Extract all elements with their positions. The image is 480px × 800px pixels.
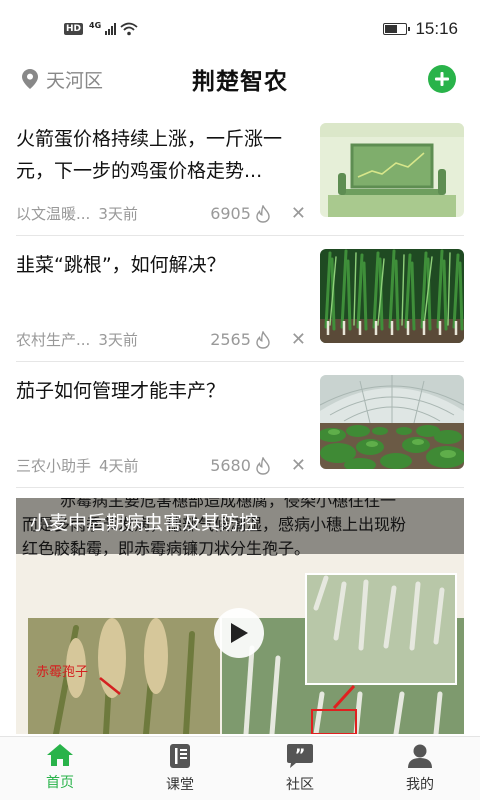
signal-icon — [105, 23, 117, 35]
status-indicators: HD 4G — [64, 20, 138, 36]
news-source: 三农小助手 — [16, 457, 92, 475]
chives-photo — [320, 249, 464, 343]
news-list: 火箭蛋价格持续上涨，一斤涨一元，下一步的鸡蛋价格走势... 以文温暖... 3天… — [0, 110, 480, 488]
add-button[interactable] — [428, 65, 456, 93]
news-meta: 三农小助手 4天前 5680 ✕ — [16, 455, 306, 476]
hd-badge: HD — [64, 23, 84, 35]
news-meta: 以文温暖... 3天前 6905 ✕ — [16, 203, 306, 224]
news-title: 韭菜“跳根”，如何解决？ — [16, 254, 226, 276]
plus-icon — [435, 72, 449, 86]
person-icon — [408, 744, 432, 768]
tab-profile[interactable]: 我的 — [360, 737, 480, 800]
quote-chat-icon: ” — [287, 744, 313, 768]
network-type: 4G — [89, 20, 102, 30]
view-count: 5680 — [210, 456, 251, 475]
nav-label: 我的 — [406, 777, 434, 793]
news-item[interactable]: 茄子如何管理才能丰产？ 三农小助手 4天前 5680 ✕ — [16, 362, 464, 488]
news-views: 6905 — [210, 204, 271, 223]
wifi-icon — [120, 22, 138, 36]
news-thumbnail — [320, 123, 464, 217]
news-title: 茄子如何管理才能丰产？ — [16, 380, 226, 402]
video-title: 小麦中后期病虫害及其防控 — [16, 498, 464, 554]
news-views: 2565 — [210, 330, 271, 349]
news-source: 农村生产... — [16, 331, 91, 349]
dismiss-icon[interactable]: ✕ — [291, 329, 306, 350]
play-icon — [231, 623, 248, 643]
home-icon — [47, 744, 73, 766]
dismiss-icon[interactable]: ✕ — [291, 203, 306, 224]
bottom-nav: 首页 课堂 ” 社区 我的 — [0, 736, 480, 800]
news-thumbnail — [320, 375, 464, 469]
location-selector[interactable]: 天河区 — [22, 66, 103, 93]
news-item[interactable]: 火箭蛋价格持续上涨，一斤涨一元，下一步的鸡蛋价格走势... 以文温暖... 3天… — [16, 110, 464, 236]
flame-icon — [256, 330, 270, 349]
video-card[interactable]: 赤霉病主要危害穗部造成穗腐，侵染小穗往往一 而是多雨季节发病，穗部气候潮湿，感病… — [16, 498, 464, 734]
news-time: 3天前 — [98, 331, 138, 349]
news-time: 4天前 — [99, 457, 139, 475]
app-header: 天河区 荆楚智农 — [0, 58, 480, 100]
view-count: 6905 — [210, 204, 251, 223]
news-time: 3天前 — [98, 205, 138, 223]
location-pin-icon — [22, 69, 38, 89]
view-count: 2565 — [210, 330, 251, 349]
news-meta: 农村生产... 3天前 2565 ✕ — [16, 329, 306, 350]
news-title: 火箭蛋价格持续上涨，一斤涨一元，下一步的鸡蛋价格走势... — [16, 128, 283, 182]
news-item[interactable]: 韭菜“跳根”，如何解决？ 农村生产... 3天前 2565 ✕ — [16, 236, 464, 362]
play-button[interactable] — [214, 608, 264, 658]
news-source: 以文温暖... — [16, 205, 91, 223]
tab-classroom[interactable]: 课堂 — [120, 737, 240, 800]
clock: 15:16 — [415, 19, 458, 38]
svg-text:”: ” — [295, 745, 306, 764]
battery-icon — [383, 23, 411, 35]
nav-label: 课堂 — [166, 777, 194, 793]
board-illustration — [320, 123, 464, 217]
photo-label: 赤霉孢子 — [36, 665, 88, 680]
tab-home[interactable]: 首页 — [0, 737, 120, 800]
news-views: 5680 — [210, 456, 271, 475]
nav-label: 首页 — [46, 775, 74, 791]
flame-icon — [256, 204, 270, 223]
battery-level — [385, 25, 398, 33]
news-thumbnail — [320, 249, 464, 343]
nav-label: 社区 — [286, 777, 314, 793]
greenhouse-photo — [320, 375, 464, 469]
location-label: 天河区 — [46, 69, 104, 92]
flame-icon — [256, 456, 270, 475]
book-icon — [170, 744, 190, 768]
status-bar: HD 4G 15:16 — [0, 0, 480, 58]
tab-community[interactable]: ” 社区 — [240, 737, 360, 800]
dismiss-icon[interactable]: ✕ — [291, 455, 306, 476]
